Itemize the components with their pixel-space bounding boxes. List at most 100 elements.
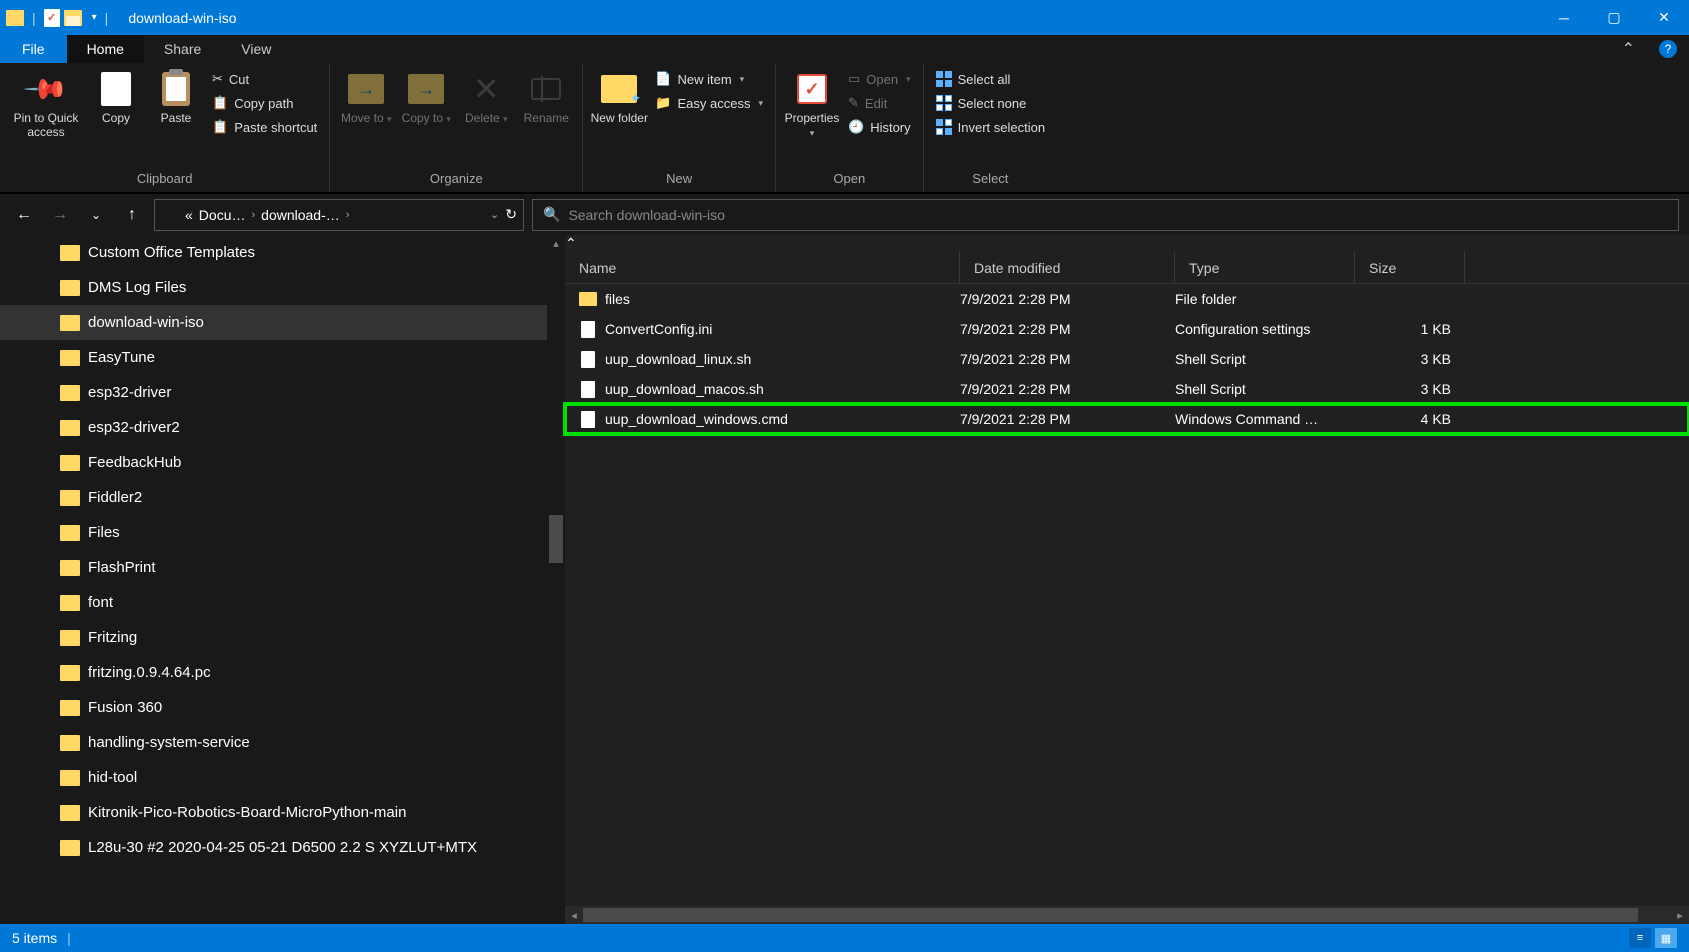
open-folder-icon[interactable] [64, 10, 82, 26]
file-list[interactable]: files7/9/2021 2:28 PMFile folderConvertC… [565, 284, 1689, 906]
tree-item[interactable]: hid-tool [0, 760, 565, 795]
tab-view[interactable]: View [221, 35, 291, 63]
scroll-left-icon[interactable]: ◂ [565, 909, 583, 922]
paste-button[interactable]: Paste [146, 65, 206, 125]
file-row[interactable]: uup_download_macos.sh7/9/2021 2:28 PMShe… [565, 374, 1689, 404]
tree-item-label: EasyTune [88, 349, 155, 366]
title-bar: | ▾ | download-win-iso ─ ▢ ✕ [0, 0, 1689, 35]
column-header-size[interactable]: Size [1355, 252, 1465, 283]
chevron-right-icon[interactable]: › [346, 209, 350, 221]
new-folder-icon [601, 75, 637, 103]
tree-item[interactable]: FeedbackHub [0, 445, 565, 480]
column-header-date[interactable]: Date modified [960, 252, 1175, 283]
tree-item[interactable]: L28u-30 #2 2020-04-25 05-21 D6500 2.2 S … [0, 830, 565, 865]
easy-access-button[interactable]: 📁Easy access▾ [649, 95, 769, 111]
tree-item[interactable]: FlashPrint [0, 550, 565, 585]
group-label-new: New [589, 171, 769, 190]
folder-icon [60, 700, 80, 716]
tree-item[interactable]: Files [0, 515, 565, 550]
file-date: 7/9/2021 2:28 PM [960, 411, 1175, 427]
tree-item[interactable]: esp32-driver [0, 375, 565, 410]
tree-item[interactable]: Fiddler2 [0, 480, 565, 515]
scroll-thumb[interactable] [583, 908, 1638, 922]
tree-item[interactable]: fritzing.0.9.4.64.pc [0, 655, 565, 690]
tree-item[interactable]: download-win-iso [0, 305, 565, 340]
tree-item[interactable]: EasyTune [0, 340, 565, 375]
rename-button[interactable]: Rename [516, 65, 576, 125]
select-all-button[interactable]: Select all [930, 71, 1051, 87]
chevron-right-icon[interactable]: › [251, 209, 255, 221]
properties-icon[interactable] [44, 9, 60, 27]
group-label-clipboard: Clipboard [6, 171, 323, 190]
thumbnails-view-button[interactable]: ▦ [1655, 928, 1677, 948]
details-view-button[interactable]: ≡ [1629, 928, 1651, 948]
close-button[interactable]: ✕ [1639, 0, 1689, 35]
delete-button[interactable]: ✕ Delete ▾ [456, 65, 516, 126]
folder-icon [60, 245, 80, 261]
move-to-icon: → [348, 74, 384, 104]
copy-path-button[interactable]: 📋Copy path [206, 95, 323, 111]
new-item-button[interactable]: 📄New item▾ [649, 71, 769, 87]
new-folder-button[interactable]: New folder [589, 65, 649, 125]
tree-item[interactable]: font [0, 585, 565, 620]
file-row[interactable]: files7/9/2021 2:28 PMFile folder [565, 284, 1689, 314]
refresh-button[interactable]: ↻ [505, 206, 517, 223]
file-row[interactable]: uup_download_linux.sh7/9/2021 2:28 PMShe… [565, 344, 1689, 374]
column-header-type[interactable]: Type [1175, 252, 1355, 283]
breadcrumb-current[interactable]: download-… [261, 207, 340, 223]
address-bar[interactable]: « Docu… › download-… › ⌄ ↻ [154, 199, 524, 231]
help-button[interactable]: ? [1659, 40, 1677, 58]
tab-home[interactable]: Home [67, 35, 144, 63]
invert-selection-button[interactable]: Invert selection [930, 119, 1051, 135]
move-to-button[interactable]: → Move to ▾ [336, 65, 396, 126]
copy-button[interactable]: Copy [86, 65, 146, 125]
maximize-button[interactable]: ▢ [1589, 0, 1639, 35]
edit-button[interactable]: ✎Edit [842, 95, 917, 111]
delete-icon: ✕ [473, 70, 500, 108]
open-button[interactable]: ▭Open▾ [842, 71, 917, 87]
tree-scrollbar[interactable]: ▴ [547, 235, 565, 924]
history-button[interactable]: 🕘History [842, 119, 917, 135]
edit-icon: ✎ [848, 95, 859, 111]
cut-button[interactable]: ✂Cut [206, 71, 323, 87]
minimize-button[interactable]: ─ [1539, 0, 1589, 35]
file-menu[interactable]: File [0, 35, 67, 63]
tree-item-label: FlashPrint [88, 559, 156, 576]
paste-icon [162, 72, 190, 106]
collapse-ribbon-button[interactable]: ⌃ [1610, 35, 1647, 63]
tree-item[interactable]: Fritzing [0, 620, 565, 655]
forward-button[interactable]: → [46, 201, 74, 229]
qat-dropdown-icon[interactable]: ▾ [92, 12, 97, 23]
file-row[interactable]: ConvertConfig.ini7/9/2021 2:28 PMConfigu… [565, 314, 1689, 344]
tree-item[interactable]: Fusion 360 [0, 690, 565, 725]
copy-to-button[interactable]: → Copy to ▾ [396, 65, 456, 126]
tree-item[interactable]: DMS Log Files [0, 270, 565, 305]
tree-item[interactable]: handling-system-service [0, 725, 565, 760]
breadcrumb-docs[interactable]: Docu… [199, 207, 246, 223]
back-button[interactable]: ← [10, 201, 38, 229]
tree-item[interactable]: Custom Office Templates [0, 235, 565, 270]
scroll-thumb[interactable] [549, 515, 563, 563]
search-input[interactable]: 🔍 Search download-win-iso [532, 199, 1679, 231]
scroll-right-icon[interactable]: ▸ [1671, 909, 1689, 922]
select-none-button[interactable]: Select none [930, 95, 1051, 111]
collapse-caret-icon[interactable]: ⌃ [565, 235, 1689, 252]
tree-item[interactable]: Kitronik-Pico-Robotics-Board-MicroPython… [0, 795, 565, 830]
navigation-tree[interactable]: Custom Office TemplatesDMS Log Filesdown… [0, 235, 565, 924]
tree-item-label: Fritzing [88, 629, 137, 646]
horizontal-scrollbar[interactable]: ◂ ▸ [565, 906, 1689, 924]
file-row[interactable]: uup_download_windows.cmd7/9/2021 2:28 PM… [565, 404, 1689, 434]
easy-access-icon: 📁 [655, 95, 671, 111]
properties-button[interactable]: Properties ▾ [782, 65, 842, 140]
tab-share[interactable]: Share [144, 35, 221, 63]
paste-shortcut-button[interactable]: 📋Paste shortcut [206, 119, 323, 135]
up-button[interactable]: ↑ [118, 201, 146, 229]
pin-to-quick-access-button[interactable]: 📌 Pin to Quick access [6, 65, 86, 139]
address-dropdown-icon[interactable]: ⌄ [490, 208, 499, 221]
scroll-up-icon[interactable]: ▴ [547, 237, 565, 250]
folder-icon [60, 525, 80, 541]
tree-item[interactable]: esp32-driver2 [0, 410, 565, 445]
recent-locations-button[interactable]: ⌄ [82, 201, 110, 229]
column-header-name[interactable]: Name [565, 252, 960, 283]
folder-icon [60, 770, 80, 786]
